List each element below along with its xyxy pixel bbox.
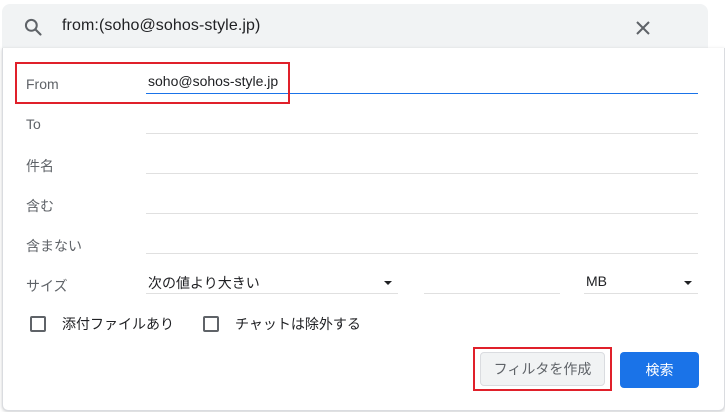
size-value-field[interactable] <box>424 271 560 294</box>
chevron-down-icon <box>384 281 392 285</box>
exclude-chats-option[interactable]: チャットは除外する <box>203 314 361 334</box>
subject-field[interactable] <box>146 151 698 174</box>
size-unit-value: MB <box>586 273 607 289</box>
search-bar[interactable]: from:(soho@sohos-style.jp) <box>2 4 708 48</box>
has-words-field[interactable] <box>146 191 698 214</box>
close-icon[interactable] <box>635 20 651 36</box>
has-words-label: 含む <box>26 198 54 214</box>
search-button[interactable]: 検索 <box>620 352 699 388</box>
to-label: To <box>26 116 41 132</box>
search-query-text[interactable]: from:(soho@sohos-style.jp) <box>62 17 260 35</box>
doesnt-have-label: 含まない <box>26 238 82 254</box>
has-attachment-checkbox[interactable] <box>30 316 46 332</box>
create-filter-highlight-box <box>473 347 612 391</box>
exclude-chats-label: チャットは除外する <box>235 316 361 332</box>
search-icon[interactable] <box>23 17 43 37</box>
size-unit-select[interactable]: MB <box>584 271 698 294</box>
size-label: サイズ <box>26 278 68 294</box>
subject-label: 件名 <box>26 158 54 174</box>
doesnt-have-field[interactable] <box>146 231 698 254</box>
from-highlight-box <box>15 62 290 104</box>
has-attachment-label: 添付ファイルあり <box>62 316 174 332</box>
has-attachment-option[interactable]: 添付ファイルあり <box>30 314 174 334</box>
to-field[interactable] <box>146 111 698 134</box>
exclude-chats-checkbox[interactable] <box>203 316 219 332</box>
size-comparator-select[interactable]: 次の値より大きい <box>146 271 398 294</box>
size-comparator-value: 次の値より大きい <box>148 275 260 291</box>
chevron-down-icon <box>684 281 692 285</box>
